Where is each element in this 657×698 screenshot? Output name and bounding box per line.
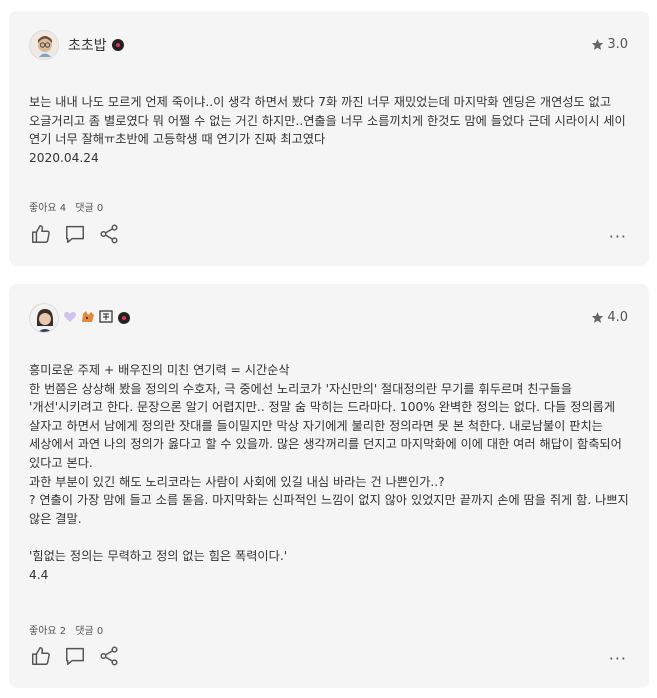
heart-badge-icon	[63, 311, 77, 326]
user-badge-icon	[111, 39, 124, 51]
review-header: 초초밥	[29, 29, 124, 61]
comment-icon	[66, 225, 84, 243]
comment-icon	[66, 647, 84, 665]
review-actions	[29, 644, 131, 668]
share-icon	[100, 224, 118, 244]
rating-value: 3.0	[607, 37, 628, 52]
star-icon	[592, 312, 604, 323]
comments-count: 댓글 0	[75, 626, 104, 637]
review-rating: 3.0	[591, 37, 628, 52]
star-icon	[592, 39, 604, 50]
avatar[interactable]	[29, 303, 59, 333]
review-header	[29, 302, 130, 334]
grid-badge-icon	[99, 310, 113, 326]
review-card: 초초밥 3.0 보는 내내 나도 모르게 언제 죽이냐..이 생각 하면서 봤다…	[9, 11, 649, 266]
likes-count: 좋아요 4	[29, 203, 67, 214]
review-text: 보는 내내 나도 모르게 언제 죽이냐..이 생각 하면서 봤다 7화 까진 너…	[29, 95, 626, 165]
fox-badge-icon	[81, 310, 95, 326]
more-icon[interactable]: ···	[609, 227, 627, 246]
rating-value: 4.0	[607, 310, 628, 325]
comment-button[interactable]	[63, 222, 87, 246]
like-button[interactable]	[29, 644, 53, 668]
more-icon[interactable]: ···	[609, 649, 627, 668]
likes-count: 좋아요 2	[29, 626, 67, 637]
review-stats: 좋아요 4 댓글 0	[29, 199, 109, 214]
thumbs-up-icon	[32, 647, 50, 665]
thumbs-up-icon	[32, 225, 50, 243]
like-button[interactable]	[29, 222, 53, 246]
review-rating: 4.0	[591, 310, 628, 325]
comment-button[interactable]	[63, 644, 87, 668]
review-actions	[29, 222, 131, 246]
share-icon	[100, 646, 118, 666]
share-button[interactable]	[97, 644, 121, 668]
username[interactable]: 초초밥	[68, 35, 107, 55]
review-text: 흥미로운 주제 + 배우진의 미친 연기력 = 시간순삭 한 번쯤은 상상해 봤…	[29, 363, 629, 582]
user-badge-icon	[118, 312, 130, 324]
avatar[interactable]	[29, 30, 59, 60]
share-button[interactable]	[97, 222, 121, 246]
comments-count: 댓글 0	[75, 203, 104, 214]
review-stats: 좋아요 2 댓글 0	[29, 622, 109, 637]
review-card: 4.0 흥미로운 주제 + 배우진의 미친 연기력 = 시간순삭 한 번쯤은 상…	[9, 284, 649, 688]
